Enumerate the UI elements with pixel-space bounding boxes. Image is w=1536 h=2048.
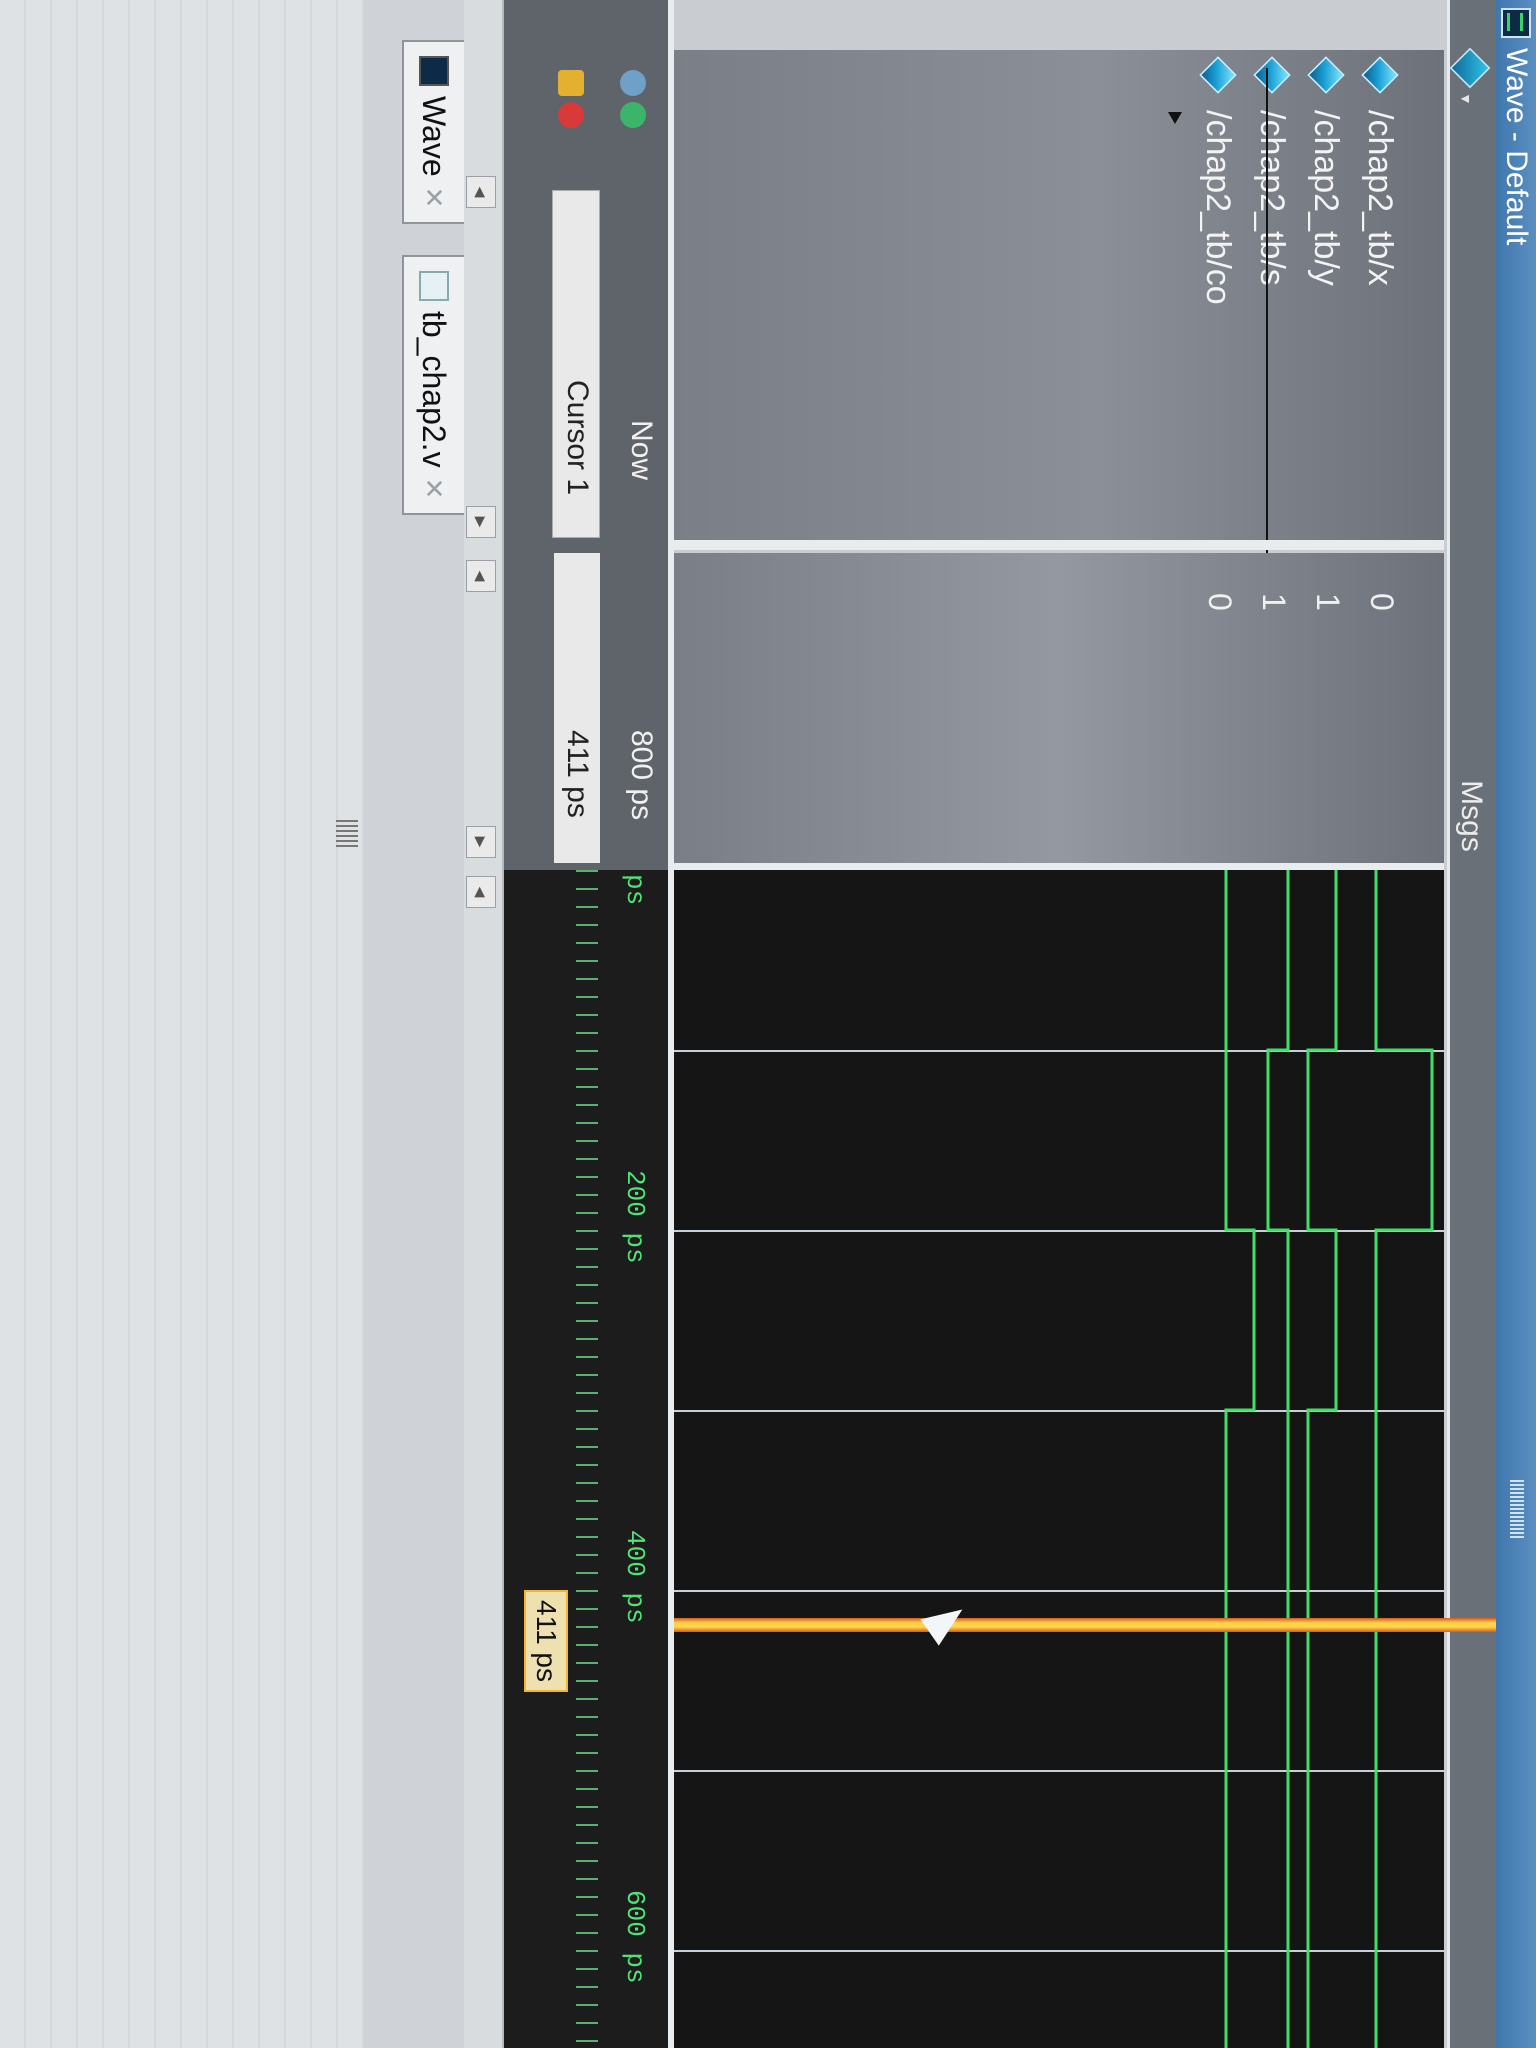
tab-wave[interactable]: Wave ✕	[402, 40, 464, 225]
wave-window-icon	[1501, 8, 1531, 38]
signal-name: /chap2_tb/x	[1361, 110, 1400, 286]
signal-value: 1	[1310, 593, 1346, 611]
close-icon[interactable]: ✕	[419, 187, 450, 209]
scroll-left-button[interactable]: ◀	[466, 560, 496, 592]
signal-name: /chap2_tb/s	[1253, 110, 1292, 286]
trace-s	[1266, 870, 1290, 2048]
signal-diamond-icon	[1253, 56, 1291, 94]
lock-icon[interactable]	[620, 70, 646, 96]
signal-diamond-icon	[1199, 56, 1237, 94]
title-bar[interactable]: Wave - Default	[1496, 0, 1536, 2048]
horizontal-scrollbars[interactable]: ◀ ▶ ◀ ▶ ◀	[462, 0, 504, 2048]
signal-value: 0	[1364, 593, 1400, 611]
signal-object-icon[interactable]	[1449, 47, 1491, 89]
scroll-right-button[interactable]: ▶	[466, 826, 496, 858]
cursor-lock-icon[interactable]	[558, 70, 584, 96]
time-ticks	[576, 870, 598, 2048]
wave-window: Wave - Default ▼ Msgs /chap2_tb/x /chap2…	[0, 0, 1536, 2048]
tick-label: 200 ps	[620, 1170, 650, 1264]
now-value: 800 ps	[625, 730, 658, 821]
lower-panel	[0, 0, 364, 2048]
signal-name: /chap2_tb/co	[1199, 110, 1238, 305]
signal-row-s[interactable]: /chap2_tb/s	[1246, 50, 1298, 540]
signal-name: /chap2_tb/y	[1307, 110, 1346, 286]
source-file-icon	[419, 271, 449, 301]
signal-diamond-icon	[1361, 56, 1399, 94]
tab-bar: Wave ✕ tb_chap2.v ✕	[364, 0, 464, 2048]
trace-co	[1224, 870, 1256, 2048]
status-footer: Now 800 ps Cursor 1 411 ps ps 200 ps 400…	[498, 0, 674, 2048]
time-axis[interactable]: ps 200 ps 400 ps 600 ps	[498, 870, 668, 2048]
trace-y	[1306, 870, 1338, 2048]
scroll-left-button[interactable]: ◀	[466, 876, 496, 908]
now-label: Now	[625, 420, 658, 481]
resize-grip[interactable]	[336, 820, 358, 850]
tab-source-file[interactable]: tb_chap2.v ✕	[402, 255, 464, 516]
tab-label: tb_chap2.v	[416, 311, 453, 468]
insert-marker-icon	[1168, 112, 1182, 124]
scroll-right-button[interactable]: ▶	[466, 506, 496, 538]
add-cursor-icon[interactable]	[620, 102, 646, 128]
chevron-down-icon[interactable]: ▼	[1458, 92, 1474, 106]
tick-label: 400 ps	[620, 1530, 650, 1624]
cursor-toolbar	[524, 60, 654, 170]
signal-names-pane: /chap2_tb/x /chap2_tb/y /chap2_tb/s /cha…	[674, 50, 1444, 540]
close-icon[interactable]: ✕	[419, 478, 450, 500]
tick-label: ps	[620, 874, 650, 906]
wave-toolbar: ▼ Msgs	[1447, 0, 1496, 2048]
signal-value: 1	[1256, 593, 1292, 611]
signal-values-pane: 0 1 1 0	[674, 553, 1444, 863]
window-title: Wave - Default	[1500, 48, 1533, 246]
signal-row-y[interactable]: /chap2_tb/y	[1300, 50, 1352, 540]
trace-x	[1374, 870, 1434, 2048]
cursor-label[interactable]: Cursor 1	[560, 380, 594, 495]
title-drag-grip[interactable]	[1510, 1480, 1524, 1540]
signal-diamond-icon	[1307, 56, 1345, 94]
pane-splitter[interactable]	[674, 540, 1444, 550]
scroll-left-button[interactable]: ◀	[466, 176, 496, 208]
cursor-time-badge[interactable]: 411 ps	[524, 1590, 568, 1692]
msgs-column-header: Msgs	[1455, 780, 1488, 852]
delete-cursor-icon[interactable]	[558, 102, 584, 128]
waveform-display[interactable]	[674, 870, 1444, 2048]
signal-value: 0	[1202, 593, 1238, 611]
signal-row-co[interactable]: /chap2_tb/co	[1192, 50, 1244, 540]
tab-label: Wave	[416, 96, 453, 177]
signal-row-x[interactable]: /chap2_tb/x	[1354, 50, 1406, 540]
tick-label: 600 ps	[620, 1890, 650, 1984]
cursor-value: 411 ps	[561, 730, 594, 818]
wave-tab-icon	[419, 56, 449, 86]
waveform-traces	[1224, 870, 1434, 2048]
